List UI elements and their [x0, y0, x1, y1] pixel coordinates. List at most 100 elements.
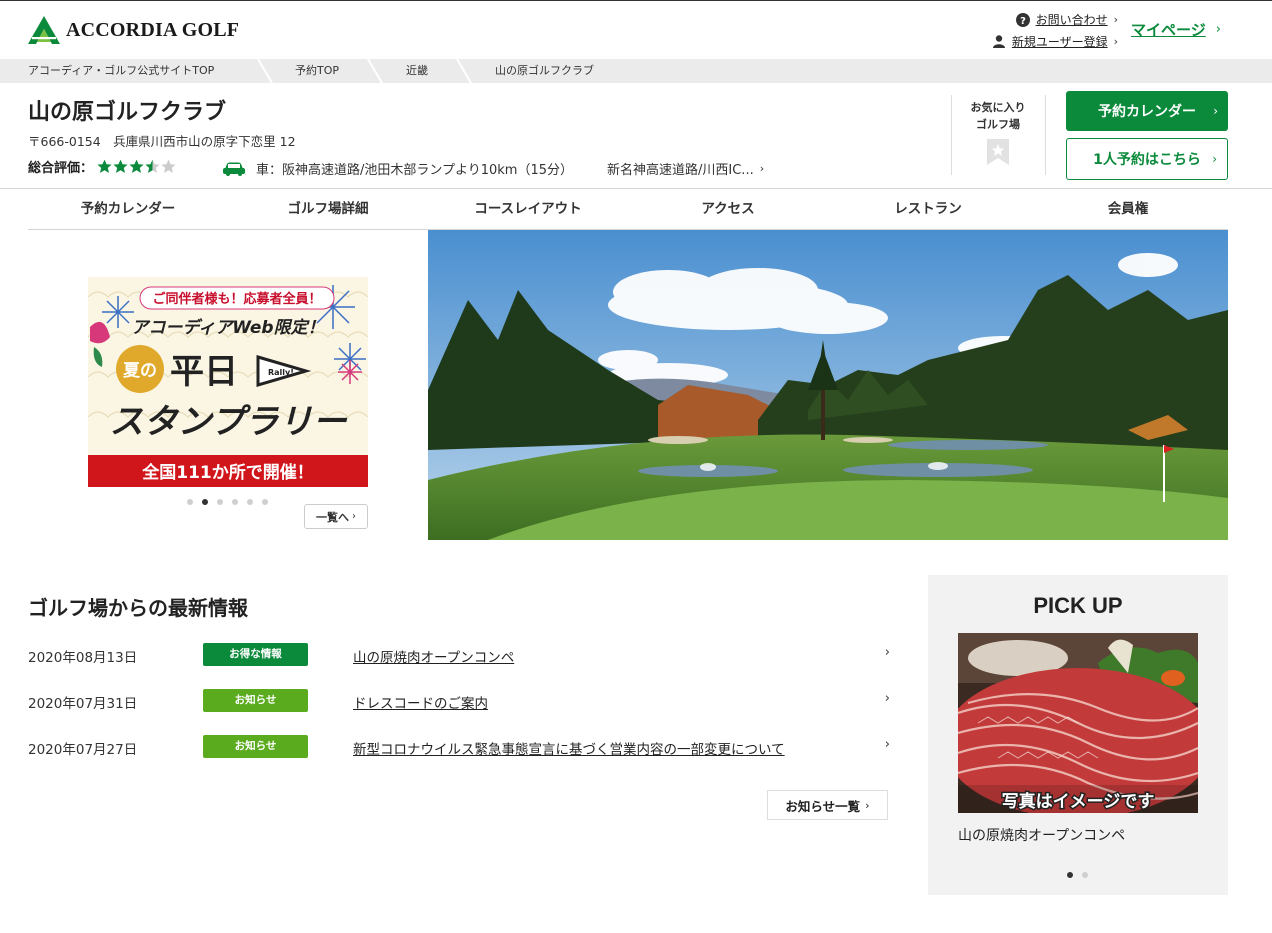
news-item: 2020年08月13日 お得な情報 山の原焼肉オープンコンペ › [28, 643, 890, 667]
news-section-title: ゴルフ場からの最新情報 [28, 596, 248, 620]
chevron-right-icon: › [865, 798, 870, 812]
news-item: 2020年07月31日 お知らせ ドレスコードのご案内 › [28, 689, 890, 713]
promo-list-label: 一覧へ [316, 510, 349, 524]
all-news-label: お知らせ一覧 [785, 798, 861, 814]
promo-carousel-dots [187, 499, 277, 505]
tab-access[interactable]: アクセス [628, 189, 828, 229]
club-nav-tabs: 予約カレンダー ゴルフ場詳細 コースレイアウト アクセス レストラン 会員権 [28, 189, 1228, 230]
promo-banner[interactable]: ご同伴者様も！応募者全員！ アコーディアWeb限定！ 夏の 平日 Rally! … [88, 277, 368, 487]
reservation-calendar-button[interactable]: 予約カレンダー › [1066, 91, 1228, 131]
chevron-right-icon: › [1113, 35, 1118, 48]
tab-restaurant[interactable]: レストラン [828, 189, 1028, 229]
pickup-title: PICK UP [1033, 593, 1123, 618]
promo-list-button[interactable]: 一覧へ › [304, 504, 368, 529]
news-link[interactable]: 山の原焼肉オープンコンペ [353, 646, 514, 666]
star-full-icon [129, 159, 144, 173]
promo-banner-image: ご同伴者様も！応募者全員！ アコーディアWeb限定！ 夏の 平日 Rally! … [88, 277, 368, 487]
access-info[interactable]: : 車：阪神高速道路/池田木部ランプより10km（15分） 新名神高速道路/川西… [222, 159, 764, 178]
carousel-dot[interactable] [232, 499, 238, 505]
carousel-dot[interactable] [1067, 872, 1073, 878]
news-badge: お得な情報 [203, 643, 308, 666]
all-news-button[interactable]: お知らせ一覧 › [767, 790, 888, 820]
breadcrumb-separator-icon [367, 59, 383, 83]
carousel-dot[interactable] [1082, 872, 1088, 878]
carousel-dot[interactable] [187, 499, 193, 505]
news-link[interactable]: ドレスコードのご案内 [353, 692, 488, 712]
news-date: 2020年07月31日 [28, 696, 138, 712]
carousel-dot[interactable] [217, 499, 223, 505]
mypage-link[interactable]: マイページ › [1131, 19, 1221, 40]
chevron-right-icon: › [1215, 22, 1221, 37]
accordia-logo[interactable]: ACCORDIA GOLF [28, 16, 239, 44]
rating-label: 総合評価： [28, 161, 94, 176]
pickup-image-overlay-text: 写真はイメージです [1002, 791, 1155, 812]
breadcrumb-separator-icon [456, 59, 472, 83]
register-link[interactable]: 新規ユーザー登録 › [992, 33, 1118, 50]
breadcrumb-item-site-top[interactable]: アコーディア・ゴルフ公式サイトTOP [28, 59, 214, 83]
favorite-label-line2: ゴルフ場 [976, 118, 1020, 131]
breadcrumb-separator-icon [257, 59, 273, 83]
breadcrumb: アコーディア・ゴルフ公式サイトTOP 予約TOP 近畿 山の原ゴルフクラブ [0, 59, 1272, 83]
course-hero-image [428, 230, 1228, 540]
favorite-label-line1: お気に入り [970, 101, 1026, 114]
divider [1045, 95, 1046, 175]
carousel-dot[interactable] [202, 499, 208, 505]
site-header: ACCORDIA GOLF ? お問い合わせ › 新規ユーザー登録 › マイペー… [0, 1, 1272, 59]
svg-text:?: ? [1020, 16, 1026, 27]
pickup-caption: 山の原焼肉オープンコンペ [958, 828, 1126, 844]
chevron-right-icon: › [759, 162, 765, 175]
favorite-button[interactable]: お気に入り ゴルフ場 [960, 99, 1036, 170]
news-badge: お知らせ [203, 689, 308, 712]
club-address: 〒666-0154 兵庫県川西市山の原字下恋里 12 [28, 134, 296, 149]
tab-course-details[interactable]: ゴルフ場詳細 [228, 189, 428, 229]
promo-summer-text: 夏の [123, 361, 157, 381]
pickup-image[interactable]: 写真はイメージです [958, 633, 1198, 813]
breadcrumb-item-reservation-top[interactable]: 予約TOP [295, 59, 339, 83]
carousel-dot[interactable] [262, 499, 268, 505]
divider [951, 95, 952, 175]
access-route-1: 車：阪神高速道路/池田木部ランプより10km（15分） [256, 163, 574, 178]
news-date: 2020年07月27日 [28, 742, 138, 758]
star-half-icon [145, 159, 160, 173]
chevron-right-icon: › [884, 645, 890, 660]
tab-membership[interactable]: 会員権 [1028, 189, 1228, 229]
chevron-right-icon: › [884, 737, 890, 752]
promo-bottom-text: 全国111か所で開催！ [141, 462, 314, 483]
access-route-2: 新名神高速道路/川西IC... [607, 163, 754, 178]
contact-link[interactable]: ? お問い合わせ › [1015, 11, 1118, 28]
register-label: 新規ユーザー登録 [1011, 35, 1108, 49]
chevron-right-icon: › [1212, 152, 1217, 166]
pickup-carousel-dots [1067, 872, 1097, 878]
solo-reservation-label: 1人予約はこちら [1093, 152, 1201, 168]
solo-reservation-button[interactable]: 1人予約はこちら › [1066, 138, 1228, 180]
tab-course-layout[interactable]: コースレイアウト [428, 189, 628, 229]
promo-main-text-2: スタンプラリー [110, 402, 348, 442]
page-title: 山の原ゴルフクラブ [28, 100, 227, 125]
breadcrumb-item-kinki[interactable]: 近畿 [406, 59, 428, 83]
accordia-logo-mark-icon [28, 16, 60, 44]
news-badge: お知らせ [203, 735, 308, 758]
chevron-right-icon: › [1213, 104, 1218, 118]
promo-sub-text: アコーディアWeb限定！ [131, 318, 324, 338]
bookmark-icon [987, 139, 1009, 165]
news-date: 2020年08月13日 [28, 650, 138, 666]
logo-text: ACCORDIA GOLF [66, 18, 240, 41]
rating-stars [97, 159, 177, 174]
pickup-panel: PICK UP 写真はイメージです 山の原焼肉オープンコンペ [928, 575, 1228, 895]
breadcrumb-item-current: 山の原ゴルフクラブ [495, 64, 594, 77]
news-link[interactable]: 新型コロナウイルス緊急事態宣言に基づく営業内容の一部変更について [353, 738, 785, 758]
star-empty-icon [161, 159, 176, 173]
promo-top-text: ご同伴者様も！応募者全員！ [152, 291, 321, 307]
promo-rally-text: Rally! [268, 368, 294, 377]
chevron-right-icon: › [1113, 13, 1118, 26]
star-full-icon [113, 159, 128, 173]
promo-main-text-1: 平日 [170, 352, 238, 392]
chevron-right-icon: › [884, 691, 890, 706]
carousel-dot[interactable] [247, 499, 253, 505]
tab-reservation-calendar[interactable]: 予約カレンダー [28, 189, 228, 229]
chevron-right-icon: › [352, 511, 356, 522]
contact-label: お問い合わせ [1035, 13, 1108, 27]
reservation-calendar-label: 予約カレンダー [1098, 104, 1196, 120]
user-icon [992, 35, 1006, 49]
news-item: 2020年07月27日 お知らせ 新型コロナウイルス緊急事態宣言に基づく営業内容… [28, 735, 890, 759]
